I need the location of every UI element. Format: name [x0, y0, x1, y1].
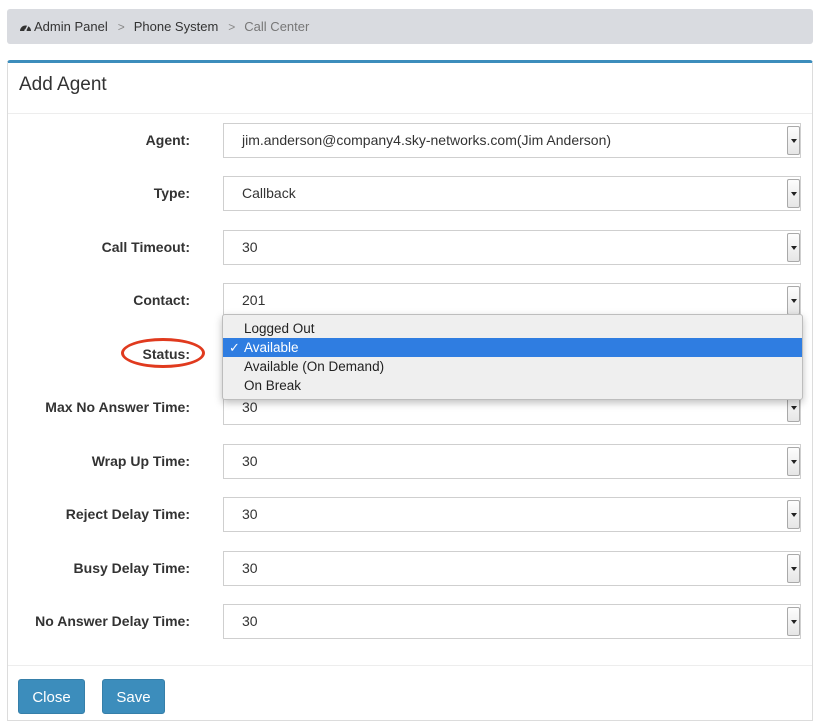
- agent-label: Agent:: [145, 132, 190, 148]
- wrap-up-time-label: Wrap Up Time:: [91, 453, 190, 469]
- agent-select[interactable]: jim.anderson@company4.sky-networks.com(J…: [223, 123, 801, 158]
- close-button[interactable]: Close: [18, 679, 85, 714]
- chevron-down-icon: [787, 500, 800, 529]
- reject-delay-time-select[interactable]: 30: [223, 497, 801, 532]
- wrap-up-time-row: Wrap Up Time: 30: [8, 440, 814, 482]
- chevron-down-icon: [787, 447, 800, 476]
- no-answer-delay-time-value: 30: [242, 613, 258, 629]
- panel-title: Add Agent: [19, 74, 107, 95]
- breadcrumb-call-center: Call Center: [244, 19, 310, 34]
- wrap-up-time-value: 30: [242, 453, 258, 469]
- dashboard-icon: [19, 21, 32, 33]
- call-timeout-select[interactable]: 30: [223, 230, 801, 265]
- reject-delay-time-value: 30: [242, 506, 258, 522]
- chevron-down-icon: [787, 126, 800, 155]
- status-option-available-on-demand[interactable]: Available (On Demand): [223, 357, 802, 376]
- chevron-down-icon: [787, 554, 800, 583]
- chevron-down-icon: [787, 233, 800, 262]
- status-dropdown-menu[interactable]: Logged Out ✓ Available Available (On Dem…: [222, 314, 803, 400]
- panel-header-divider: [8, 113, 812, 114]
- breadcrumb-phone-system[interactable]: Phone System: [134, 19, 219, 34]
- no-answer-delay-time-select[interactable]: 30: [223, 604, 801, 639]
- reject-delay-time-label: Reject Delay Time:: [65, 506, 190, 522]
- breadcrumb-admin-panel[interactable]: Admin Panel: [34, 19, 108, 34]
- type-row: Type: Callback: [8, 172, 814, 214]
- checkmark-icon: ✓: [229, 340, 240, 355]
- breadcrumb-separator: >: [228, 19, 236, 34]
- no-answer-delay-time-label: No Answer Delay Time:: [35, 613, 190, 629]
- busy-delay-time-row: Busy Delay Time: 30: [8, 547, 814, 589]
- status-option-available[interactable]: ✓ Available: [223, 338, 802, 357]
- contact-label: Contact:: [133, 292, 190, 308]
- max-no-answer-time-label: Max No Answer Time:: [45, 399, 190, 415]
- type-value: Callback: [242, 185, 296, 201]
- max-no-answer-time-value: 30: [242, 399, 258, 415]
- no-answer-delay-time-row: No Answer Delay Time: 30: [8, 600, 814, 642]
- breadcrumb-separator: >: [117, 19, 125, 34]
- type-label: Type:: [153, 185, 190, 201]
- busy-delay-time-value: 30: [242, 560, 258, 576]
- status-option-logged-out[interactable]: Logged Out: [223, 319, 802, 338]
- chevron-down-icon: [787, 607, 800, 636]
- reject-delay-time-row: Reject Delay Time: 30: [8, 493, 814, 535]
- panel-footer-divider: [8, 665, 812, 666]
- busy-delay-time-select[interactable]: 30: [223, 551, 801, 586]
- chevron-down-icon: [787, 179, 800, 208]
- call-timeout-row: Call Timeout: 30: [8, 226, 814, 268]
- status-highlight-circle: [121, 338, 205, 368]
- type-select[interactable]: Callback: [223, 176, 801, 211]
- wrap-up-time-select[interactable]: 30: [223, 444, 801, 479]
- contact-value: 201: [242, 292, 266, 308]
- call-timeout-value: 30: [242, 239, 258, 255]
- busy-delay-time-label: Busy Delay Time:: [73, 560, 190, 576]
- breadcrumb: Admin Panel > Phone System > Call Center: [7, 9, 813, 44]
- contact-select[interactable]: 201: [223, 283, 801, 318]
- save-button[interactable]: Save: [102, 679, 165, 714]
- call-timeout-label: Call Timeout:: [101, 239, 190, 255]
- status-option-on-break[interactable]: On Break: [223, 376, 802, 395]
- chevron-down-icon: [787, 286, 800, 315]
- agent-value: jim.anderson@company4.sky-networks.com(J…: [242, 132, 612, 148]
- add-agent-panel: Add Agent Agent: jim.anderson@company4.s…: [7, 60, 813, 721]
- agent-row: Agent: jim.anderson@company4.sky-network…: [8, 119, 814, 161]
